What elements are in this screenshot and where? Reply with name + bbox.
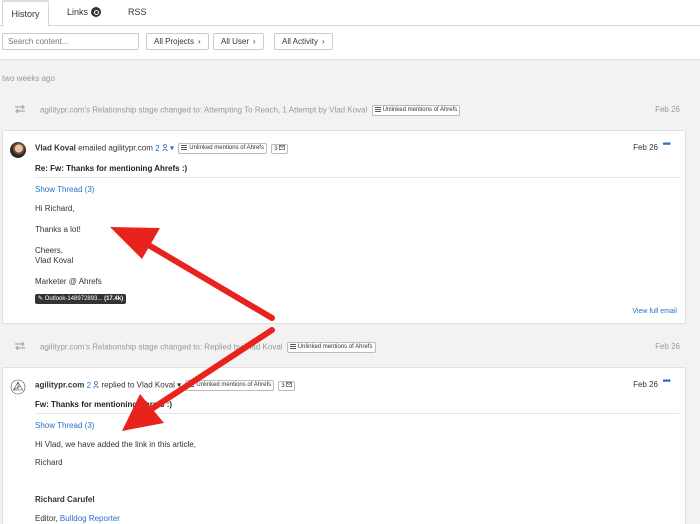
tab-bar: History Links RSS <box>0 0 700 27</box>
period-label: two weeks ago <box>2 74 55 83</box>
campaign-tag[interactable]: Unlinked mentions of Ahrefs <box>371 105 461 116</box>
tab-rss[interactable]: RSS <box>128 0 147 26</box>
email-card: agilitypr.com 2 replied to Vlad Koval ▾ … <box>2 367 686 524</box>
tab-history[interactable]: History <box>2 0 49 27</box>
attachment-chip[interactable]: ✎ Outlook-148972893... (17.4k) <box>35 294 127 304</box>
activity-date: Feb 26 <box>655 105 680 114</box>
message-count-value: 3 <box>281 382 285 389</box>
campaign-tag[interactable]: Unlinked mentions of Ahrefs <box>178 143 267 154</box>
activity-text-wrap: agilitypr.com's Relationship stage chang… <box>40 342 376 353</box>
list-icon <box>289 343 296 349</box>
people-count-value: 2 <box>155 143 160 153</box>
signature-line: Editor, Bulldog Reporter <box>35 514 120 523</box>
all-projects-dropdown[interactable]: All Projects › <box>146 33 209 50</box>
message-count-value: 3 <box>274 145 278 152</box>
list-icon <box>374 106 381 112</box>
divider <box>35 177 679 178</box>
link-count-icon <box>91 6 102 17</box>
signature-role: Editor, <box>35 514 58 523</box>
email-body-line: Richard <box>35 458 63 467</box>
people-count[interactable]: 2 <box>87 381 102 390</box>
chevron-right-icon: › <box>253 37 256 46</box>
message-count[interactable]: 3 <box>278 380 296 391</box>
attachment-size: (17.4k) <box>104 296 124 302</box>
all-activity-dropdown[interactable]: All Activity › <box>274 33 333 50</box>
all-user-dropdown[interactable]: All User › <box>213 33 264 50</box>
signature-company-link[interactable]: Bulldog Reporter <box>60 514 120 523</box>
email-body-line: Cheers, <box>35 246 64 255</box>
email-body-line: Vlad Koval <box>35 256 74 265</box>
email-subject: Re: Fw: Thanks for mentioning Ahrefs :) <box>35 164 188 173</box>
activity-text-wrap: agilitypr.com's Relationship stage chang… <box>40 105 461 116</box>
chevron-right-icon: › <box>198 37 201 46</box>
divider <box>35 413 679 414</box>
activity-text: agilitypr.com's Relationship stage chang… <box>40 105 368 115</box>
signature-name: Richard Carufel <box>35 495 95 504</box>
all-user-label: All User <box>221 37 250 46</box>
list-icon <box>181 144 188 150</box>
filter-bar: All Projects› All User› All Activity› <box>0 26 700 60</box>
email-subject: Fw: Thanks for mentioning Ahrefs :) <box>35 400 173 409</box>
avatar <box>10 379 26 395</box>
email-date: Feb 26 <box>633 380 658 389</box>
sender-name[interactable]: Vlad Koval <box>35 144 76 153</box>
more-dots-icon[interactable]: ••• <box>662 376 670 387</box>
email-body-line: Thanks a lot! <box>35 225 81 234</box>
caret-down-icon[interactable]: ▾ <box>170 144 174 153</box>
email-verb: emailed <box>78 143 107 153</box>
avatar <box>10 142 26 158</box>
all-activity-label: All Activity <box>282 37 319 46</box>
activity-date: Feb 26 <box>655 342 680 351</box>
attachment-name: Outlook-148972893... <box>44 296 103 302</box>
email-body-line: Hi Vlad, we have added the link in this … <box>35 440 196 449</box>
email-verb: replied to <box>101 380 135 390</box>
envelope-icon <box>286 381 293 387</box>
campaign-tag-label: Unlinked mentions of Ahrefs <box>382 107 458 113</box>
sender-name[interactable]: agilitypr.com <box>35 381 84 390</box>
people-count[interactable]: 2 <box>155 144 170 153</box>
email-date: Feb 26 <box>633 143 658 152</box>
email-body-line: Hi Richard, <box>35 204 75 213</box>
campaign-tag-label: Unlinked mentions of Ahrefs <box>297 344 373 350</box>
tab-links[interactable]: Links <box>67 0 102 26</box>
view-full-email-link[interactable]: View full email <box>632 308 677 315</box>
more-dots-icon[interactable]: ••• <box>662 139 670 150</box>
email-card: Vlad Koval emailed agilitypr.com 2 ▾ Unl… <box>2 130 686 324</box>
email-header: agilitypr.com 2 replied to Vlad Koval ▾ … <box>35 380 296 391</box>
email-header: Vlad Koval emailed agilitypr.com 2 ▾ Unl… <box>35 143 289 154</box>
list-icon <box>188 381 195 387</box>
activity-row: agilitypr.com's Relationship stage chang… <box>0 337 700 357</box>
swap-arrows-icon <box>15 341 25 351</box>
campaign-tag[interactable]: Unlinked mentions of Ahrefs <box>286 342 376 353</box>
recipient-name[interactable]: agilitypr.com <box>108 144 152 153</box>
swap-arrows-icon <box>15 104 25 114</box>
campaign-tag-label: Unlinked mentions of Ahrefs <box>189 145 264 151</box>
all-projects-label: All Projects <box>154 37 195 46</box>
recipient-name[interactable]: Vlad Koval <box>137 381 175 390</box>
people-count-value: 2 <box>86 380 92 390</box>
tab-links-label: Links <box>67 7 89 17</box>
person-icon <box>161 143 168 151</box>
activity-text: agilitypr.com's Relationship stage chang… <box>40 342 283 352</box>
chevron-right-icon: › <box>322 37 325 46</box>
campaign-tag[interactable]: Unlinked mentions of Ahrefs <box>185 380 275 391</box>
search-input[interactable] <box>2 33 139 50</box>
person-icon <box>93 380 100 388</box>
campaign-tag-label: Unlinked mentions of Ahrefs <box>196 382 272 388</box>
message-count[interactable]: 3 <box>271 143 289 154</box>
email-body-line: Marketer @ Ahrefs <box>35 277 102 286</box>
show-thread-link[interactable]: Show Thread (3) <box>35 185 94 194</box>
show-thread-link[interactable]: Show Thread (3) <box>35 421 94 430</box>
paperclip-icon: ✎ <box>38 296 44 302</box>
activity-row: agilitypr.com's Relationship stage chang… <box>0 100 700 120</box>
caret-down-icon[interactable]: ▾ <box>177 381 181 390</box>
envelope-icon <box>279 144 286 150</box>
